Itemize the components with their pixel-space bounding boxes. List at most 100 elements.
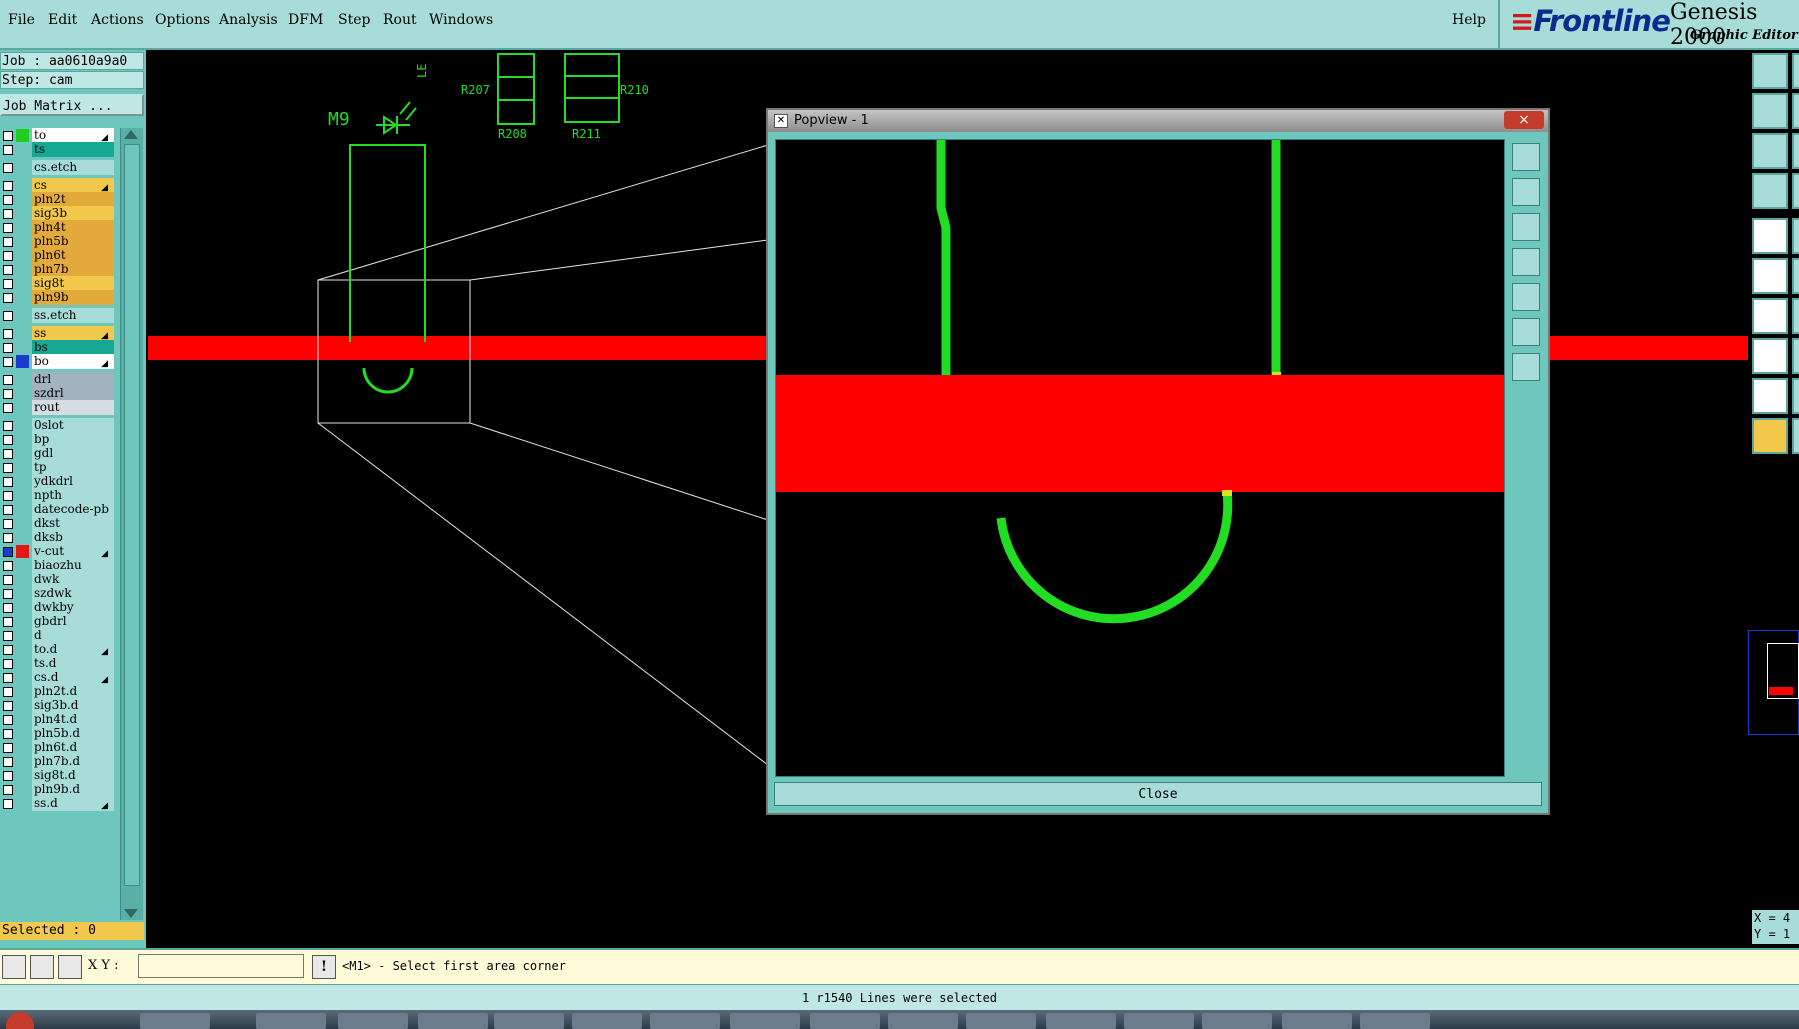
- taskbar-item[interactable]: [1360, 1013, 1430, 1029]
- layer-checkbox[interactable]: [3, 357, 13, 367]
- tool-snap-icon[interactable]: [1752, 218, 1788, 254]
- layer-name[interactable]: v-cut ◢: [32, 544, 114, 559]
- layer-checkbox[interactable]: [3, 389, 13, 399]
- layer-context-arrow-icon[interactable]: ◢: [101, 799, 108, 811]
- layer-name[interactable]: szdwk: [32, 586, 114, 601]
- layer-checkbox[interactable]: [3, 757, 13, 767]
- scroll-down-icon[interactable]: [124, 909, 138, 918]
- popview-zoom-in-icon[interactable]: [1512, 143, 1540, 171]
- layer-checkbox[interactable]: [3, 223, 13, 233]
- taskbar-item[interactable]: [572, 1013, 642, 1029]
- tool-select-pointer-icon[interactable]: [1752, 418, 1788, 454]
- layer-color-swatch[interactable]: [16, 355, 29, 368]
- layer-checkbox[interactable]: [3, 421, 13, 431]
- layer-checkbox[interactable]: [3, 561, 13, 571]
- taskbar-item[interactable]: [1282, 1013, 1352, 1029]
- layer-name[interactable]: biaozhu: [32, 558, 114, 573]
- taskbar-item[interactable]: [256, 1013, 326, 1029]
- layer-name[interactable]: ss ◢: [32, 326, 114, 341]
- layer-name[interactable]: bp: [32, 432, 114, 447]
- job-matrix-button[interactable]: Job Matrix ...: [0, 94, 144, 116]
- trace-left[interactable]: [936, 140, 951, 380]
- taskbar-item[interactable]: [338, 1013, 408, 1029]
- layer-name[interactable]: dwk: [32, 572, 114, 587]
- layer-row-cs-etch[interactable]: cs.etch: [0, 160, 118, 176]
- layer-name[interactable]: gdl: [32, 446, 114, 461]
- arc-feature[interactable]: [362, 367, 414, 394]
- popview-close-button[interactable]: Close: [774, 782, 1542, 806]
- menu-help[interactable]: Help: [1452, 12, 1486, 28]
- overview-panel[interactable]: [1748, 630, 1799, 735]
- layer-name[interactable]: pln9b.d: [32, 782, 114, 797]
- menu-step[interactable]: Step: [338, 12, 370, 28]
- cmd-measure-icon[interactable]: [30, 955, 54, 979]
- taskbar-item[interactable]: [888, 1013, 958, 1029]
- layer-name[interactable]: npth: [32, 488, 114, 503]
- layer-checkbox[interactable]: [3, 237, 13, 247]
- popview-pan-down-icon[interactable]: [1512, 213, 1540, 241]
- tool-aux-icon[interactable]: [1792, 378, 1799, 414]
- taskbar-item[interactable]: [650, 1013, 720, 1029]
- layer-checkbox[interactable]: [3, 329, 13, 339]
- menu-file[interactable]: File: [8, 12, 35, 28]
- resistor-pack-left[interactable]: [497, 53, 535, 125]
- tool-copy-icon[interactable]: [1752, 338, 1788, 374]
- taskbar-item[interactable]: [140, 1013, 210, 1029]
- component-outline[interactable]: [349, 144, 426, 342]
- layer-name[interactable]: ydkdrl: [32, 474, 114, 489]
- layer-name[interactable]: dksb: [32, 530, 114, 545]
- xy-input[interactable]: [138, 954, 304, 978]
- taskbar-item[interactable]: [730, 1013, 800, 1029]
- tool-aux-icon[interactable]: [1792, 53, 1799, 89]
- layer-checkbox[interactable]: [3, 785, 13, 795]
- popview-close-x[interactable]: ×: [1504, 111, 1544, 129]
- layer-name[interactable]: pln9b: [32, 290, 114, 305]
- layer-checkbox[interactable]: [3, 131, 13, 141]
- arc-feature-zoomed[interactable]: [996, 491, 1233, 624]
- taskbar-item[interactable]: [418, 1013, 488, 1029]
- layer-checkbox[interactable]: [3, 645, 13, 655]
- layer-checkbox[interactable]: [3, 631, 13, 641]
- tool-line-icon[interactable]: [1752, 298, 1788, 334]
- layer-checkbox[interactable]: [3, 449, 13, 459]
- resistor-pack-right[interactable]: [564, 53, 620, 123]
- tool-aux-icon[interactable]: [1792, 133, 1799, 169]
- layer-name[interactable]: pln2t.d: [32, 684, 114, 699]
- layer-name[interactable]: tp: [32, 460, 114, 475]
- taskbar-item[interactable]: [1202, 1013, 1272, 1029]
- popview-titlebar[interactable]: ✕ Popview - 1 ×: [768, 110, 1548, 132]
- layer-name[interactable]: rout: [32, 400, 114, 415]
- layer-checkbox[interactable]: [3, 575, 13, 585]
- tool-zoom-fit-icon[interactable]: [1752, 133, 1788, 169]
- layer-row-rout[interactable]: rout: [0, 400, 118, 416]
- layer-checkbox[interactable]: [3, 729, 13, 739]
- taskbar-item[interactable]: [1124, 1013, 1194, 1029]
- layer-checkbox[interactable]: [3, 771, 13, 781]
- layer-name[interactable]: sig8t.d: [32, 768, 114, 783]
- tool-triangle-icon[interactable]: [1752, 378, 1788, 414]
- popview-canvas[interactable]: [775, 139, 1505, 777]
- layer-name[interactable]: pln6t: [32, 248, 114, 263]
- tool-aux-icon[interactable]: [1792, 298, 1799, 334]
- tool-aux-icon[interactable]: [1792, 418, 1799, 454]
- layer-name[interactable]: sig3b: [32, 206, 114, 221]
- layer-checkbox[interactable]: [3, 589, 13, 599]
- layer-name[interactable]: to ◢: [32, 128, 114, 143]
- layer-name[interactable]: cs ◢: [32, 178, 114, 193]
- layer-checkbox[interactable]: [3, 145, 13, 155]
- taskbar-item[interactable]: [810, 1013, 880, 1029]
- tool-measure-icon[interactable]: [1752, 173, 1788, 209]
- layer-name[interactable]: gbdrl: [32, 614, 114, 629]
- layer-name[interactable]: drl: [32, 372, 114, 387]
- taskbar-item[interactable]: [494, 1013, 564, 1029]
- layer-name[interactable]: d: [32, 628, 114, 643]
- layer-checkbox[interactable]: [3, 659, 13, 669]
- start-button-icon[interactable]: [6, 1012, 34, 1029]
- layer-name[interactable]: ts: [32, 142, 114, 157]
- layer-checkbox[interactable]: [3, 799, 13, 809]
- taskbar-item[interactable]: [966, 1013, 1036, 1029]
- layer-row-bo[interactable]: bo ◢: [0, 354, 118, 370]
- layer-name[interactable]: pln2t: [32, 192, 114, 207]
- layer-checkbox[interactable]: [3, 181, 13, 191]
- tool-aux-icon[interactable]: [1792, 93, 1799, 129]
